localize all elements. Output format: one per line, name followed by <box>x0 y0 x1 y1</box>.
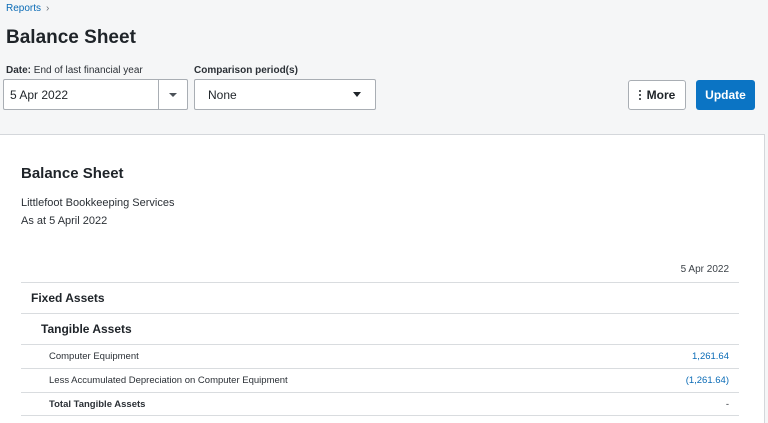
breadcrumb-reports-link[interactable]: Reports <box>6 3 41 14</box>
section-heading: Fixed Assets <box>21 282 739 313</box>
more-button[interactable]: More <box>628 80 686 110</box>
table-row: Less Accumulated Depreciation on Compute… <box>21 368 739 392</box>
total-label: Total Tangible Assets <box>49 398 146 410</box>
chevron-right-icon: › <box>46 3 50 14</box>
update-button[interactable]: Update <box>696 80 755 110</box>
date-dropdown-button[interactable] <box>158 80 187 109</box>
total-amount: - <box>725 398 729 410</box>
chevron-down-icon <box>353 92 361 97</box>
breadcrumb: Reports › <box>6 3 49 14</box>
column-header-date: 5 Apr 2022 <box>680 264 729 275</box>
date-picker[interactable]: 5 Apr 2022 <box>3 79 188 110</box>
row-label: Computer Equipment <box>49 351 139 362</box>
table-row: Computer Equipment 1,261.64 <box>21 344 739 368</box>
more-button-label: More <box>646 88 676 102</box>
comparison-value: None <box>208 87 237 102</box>
report-title: Balance Sheet <box>21 165 124 182</box>
date-label: Date: End of last financial year <box>6 65 143 76</box>
row-amount-link[interactable]: 1,261.64 <box>692 351 729 362</box>
report-date: As at 5 April 2022 <box>21 215 108 227</box>
organisation-name: Littlefoot Bookkeeping Services <box>21 197 175 209</box>
page-title: Balance Sheet <box>6 27 136 48</box>
report-header: Reports › Balance Sheet Date: End of las… <box>0 0 768 134</box>
date-input[interactable]: 5 Apr 2022 <box>4 80 158 109</box>
comparison-label: Comparison period(s) <box>194 65 298 76</box>
more-vertical-icon <box>638 90 641 100</box>
subsection-label: Tangible Assets <box>41 322 132 336</box>
chevron-down-icon <box>169 92 177 97</box>
comparison-select[interactable]: None <box>194 79 376 110</box>
section-label: Fixed Assets <box>31 291 105 305</box>
row-amount-link[interactable]: (1,261.64) <box>686 375 729 386</box>
row-label: Less Accumulated Depreciation on Compute… <box>49 375 288 386</box>
total-row: Total Tangible Assets - <box>21 392 739 416</box>
report-card: Balance Sheet Littlefoot Bookkeeping Ser… <box>0 134 765 423</box>
subsection-heading: Tangible Assets <box>21 313 739 344</box>
